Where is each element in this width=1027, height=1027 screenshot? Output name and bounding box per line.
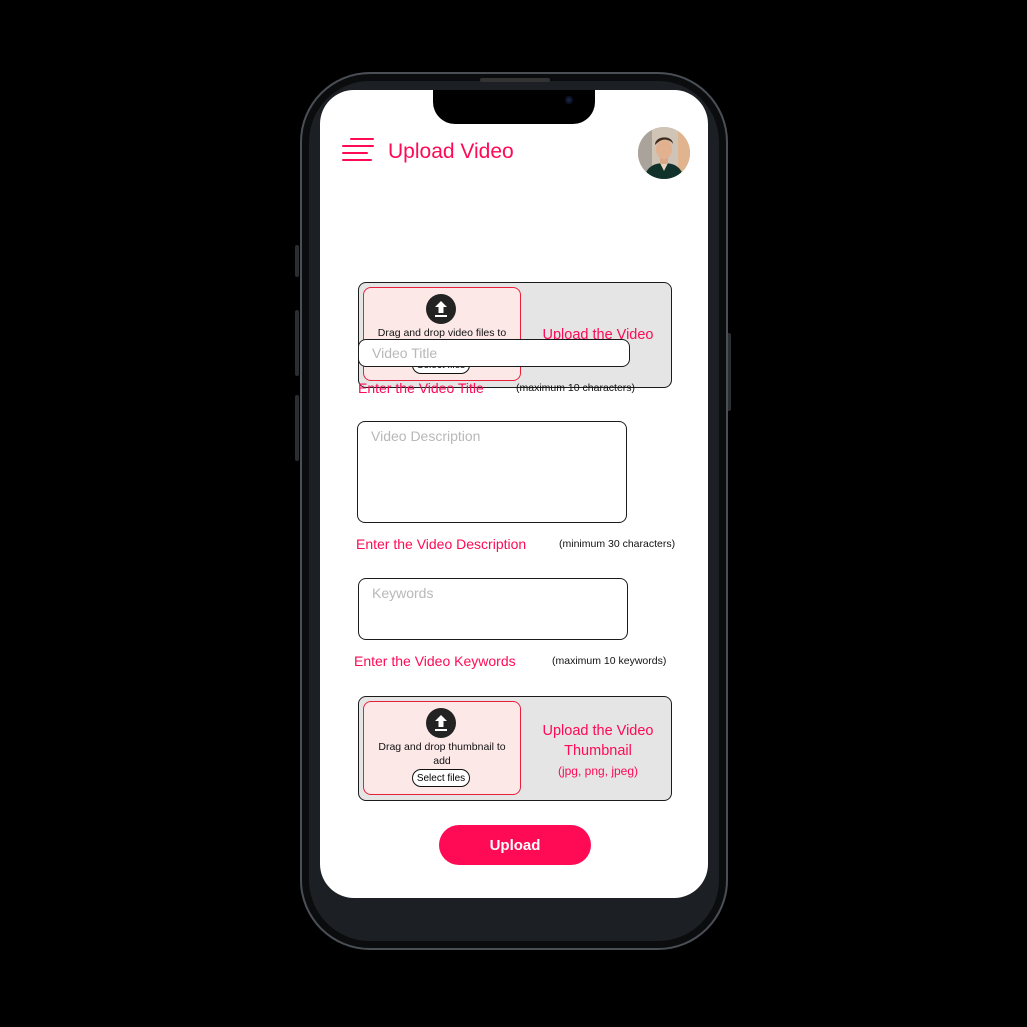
upload-button[interactable]: Upload (439, 825, 591, 865)
thumbnail-upload-panel: Drag and drop thumbnail to add Select fi… (358, 696, 672, 801)
video-description-input[interactable] (357, 421, 627, 523)
video-upload-panel: Drag and drop video files to upload Sele… (358, 282, 672, 388)
phone-volume-down (295, 395, 299, 461)
select-thumbnail-files-button[interactable]: Select files (412, 769, 470, 787)
video-description-hint: (minimum 30 characters) (559, 538, 676, 550)
video-description-label: Enter the Video Description (356, 536, 527, 552)
hamburger-menu-icon[interactable] (342, 137, 376, 165)
front-camera (565, 96, 573, 104)
app-screen: Upload Video Drag and drop video files t… (320, 90, 708, 898)
video-title-hint: (maximum 10 characters) (516, 382, 636, 394)
phone-speaker (480, 78, 550, 82)
page-title: Upload Video (388, 140, 514, 163)
thumbnail-drop-text: Drag and drop thumbnail to add (378, 741, 506, 767)
video-keywords-label: Enter the Video Keywords (354, 653, 516, 669)
thumbnail-formats: (jpg, png, jpeg) (557, 764, 639, 778)
thumbnail-dropzone[interactable]: Drag and drop thumbnail to add Select fi… (363, 701, 521, 795)
video-keywords-input[interactable] (358, 578, 628, 640)
phone-volume-up (295, 310, 299, 376)
upload-arrow-icon (426, 708, 456, 738)
video-title-input[interactable] (358, 339, 630, 367)
upload-arrow-icon (426, 294, 456, 324)
user-avatar[interactable] (638, 127, 690, 179)
phone-frame: Upload Video Drag and drop video files t… (300, 72, 728, 950)
video-title-label: Enter the Video Title (358, 380, 484, 396)
video-keywords-hint: (maximum 10 keywords) (552, 655, 667, 667)
phone-notch (433, 90, 595, 124)
upload-thumbnail-label: Upload the Video Thumbnail (jpg, png, jp… (525, 721, 671, 781)
upload-thumbnail-text: Upload the Video Thumbnail (542, 723, 654, 759)
phone-silent-switch (295, 245, 299, 277)
